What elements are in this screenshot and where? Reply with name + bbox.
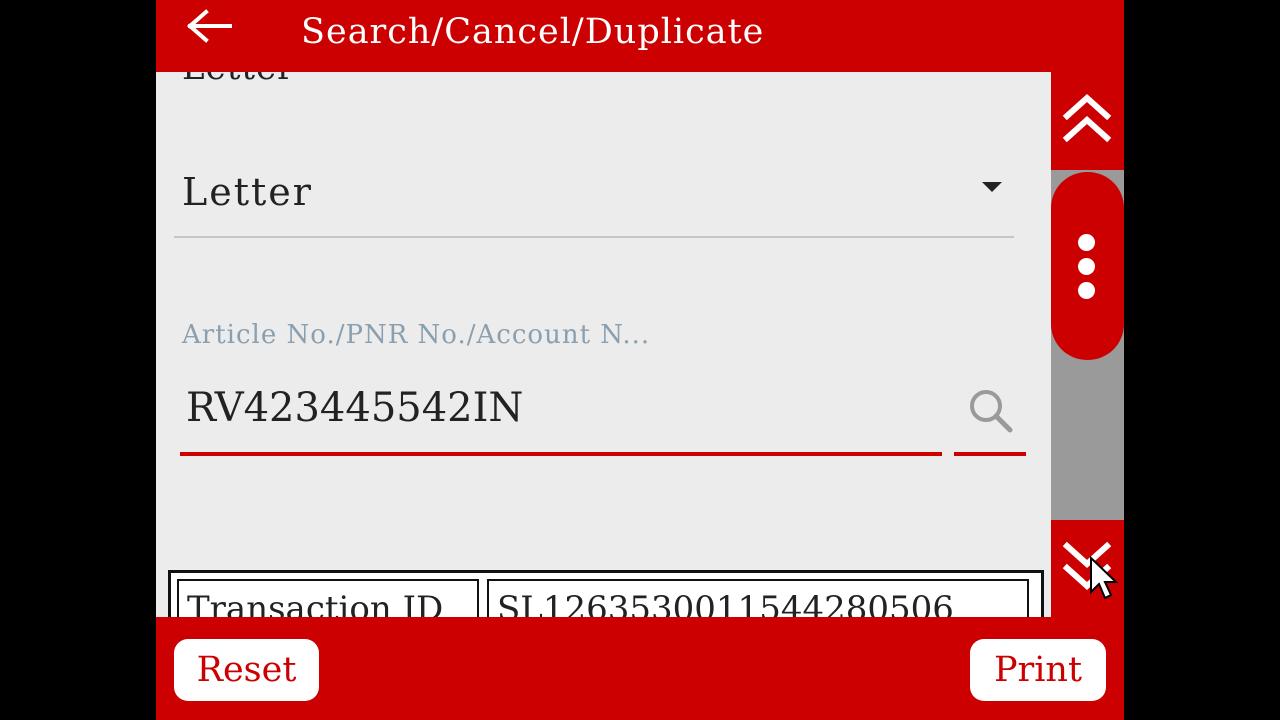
- scroll-up-button[interactable]: [1051, 72, 1124, 170]
- double-chevron-up-icon: [1062, 93, 1112, 143]
- print-button[interactable]: Print: [970, 639, 1106, 701]
- article-field-label: Article No./PNR No./Account N...: [182, 320, 651, 350]
- side-scroller[interactable]: [1051, 72, 1124, 617]
- dropdown-arrow-icon: [982, 182, 1002, 192]
- back-button[interactable]: [184, 6, 236, 46]
- search-button[interactable]: [954, 372, 1026, 456]
- article-field[interactable]: [180, 372, 942, 456]
- form-content: Letter Letter Article No./PNR No./Accoun…: [156, 72, 1051, 617]
- type-dropdown[interactable]: Letter: [174, 160, 1014, 238]
- page-title: Search/Cancel/Duplicate: [301, 12, 765, 52]
- app-screen: Search/Cancel/Duplicate Letter Letter Ar…: [156, 0, 1124, 720]
- search-icon: [970, 390, 1013, 433]
- transaction-value: SL1263530011544280506: [497, 589, 954, 617]
- more-vertical-icon-dot: [1078, 258, 1095, 275]
- transaction-table: Transaction ID SL1263530011544280506: [168, 570, 1044, 617]
- more-menu-button[interactable]: [1051, 172, 1124, 360]
- reset-button[interactable]: Reset: [174, 639, 319, 701]
- mouse-cursor-icon: [1089, 555, 1119, 606]
- transaction-value-cell: SL1263530011544280506: [487, 579, 1029, 617]
- transaction-key-cell: Transaction ID: [177, 579, 479, 617]
- transaction-key: Transaction ID: [187, 589, 444, 617]
- type-dropdown-value: Letter: [182, 170, 313, 214]
- type-field-label: Letter: [182, 72, 294, 88]
- app-header: Search/Cancel/Duplicate: [156, 0, 1124, 72]
- more-vertical-icon: [1078, 234, 1095, 251]
- arrow-left-icon: [187, 9, 232, 43]
- article-input[interactable]: [186, 380, 926, 436]
- footer-bar: Reset Print: [156, 617, 1124, 720]
- more-vertical-icon-dot: [1078, 282, 1095, 299]
